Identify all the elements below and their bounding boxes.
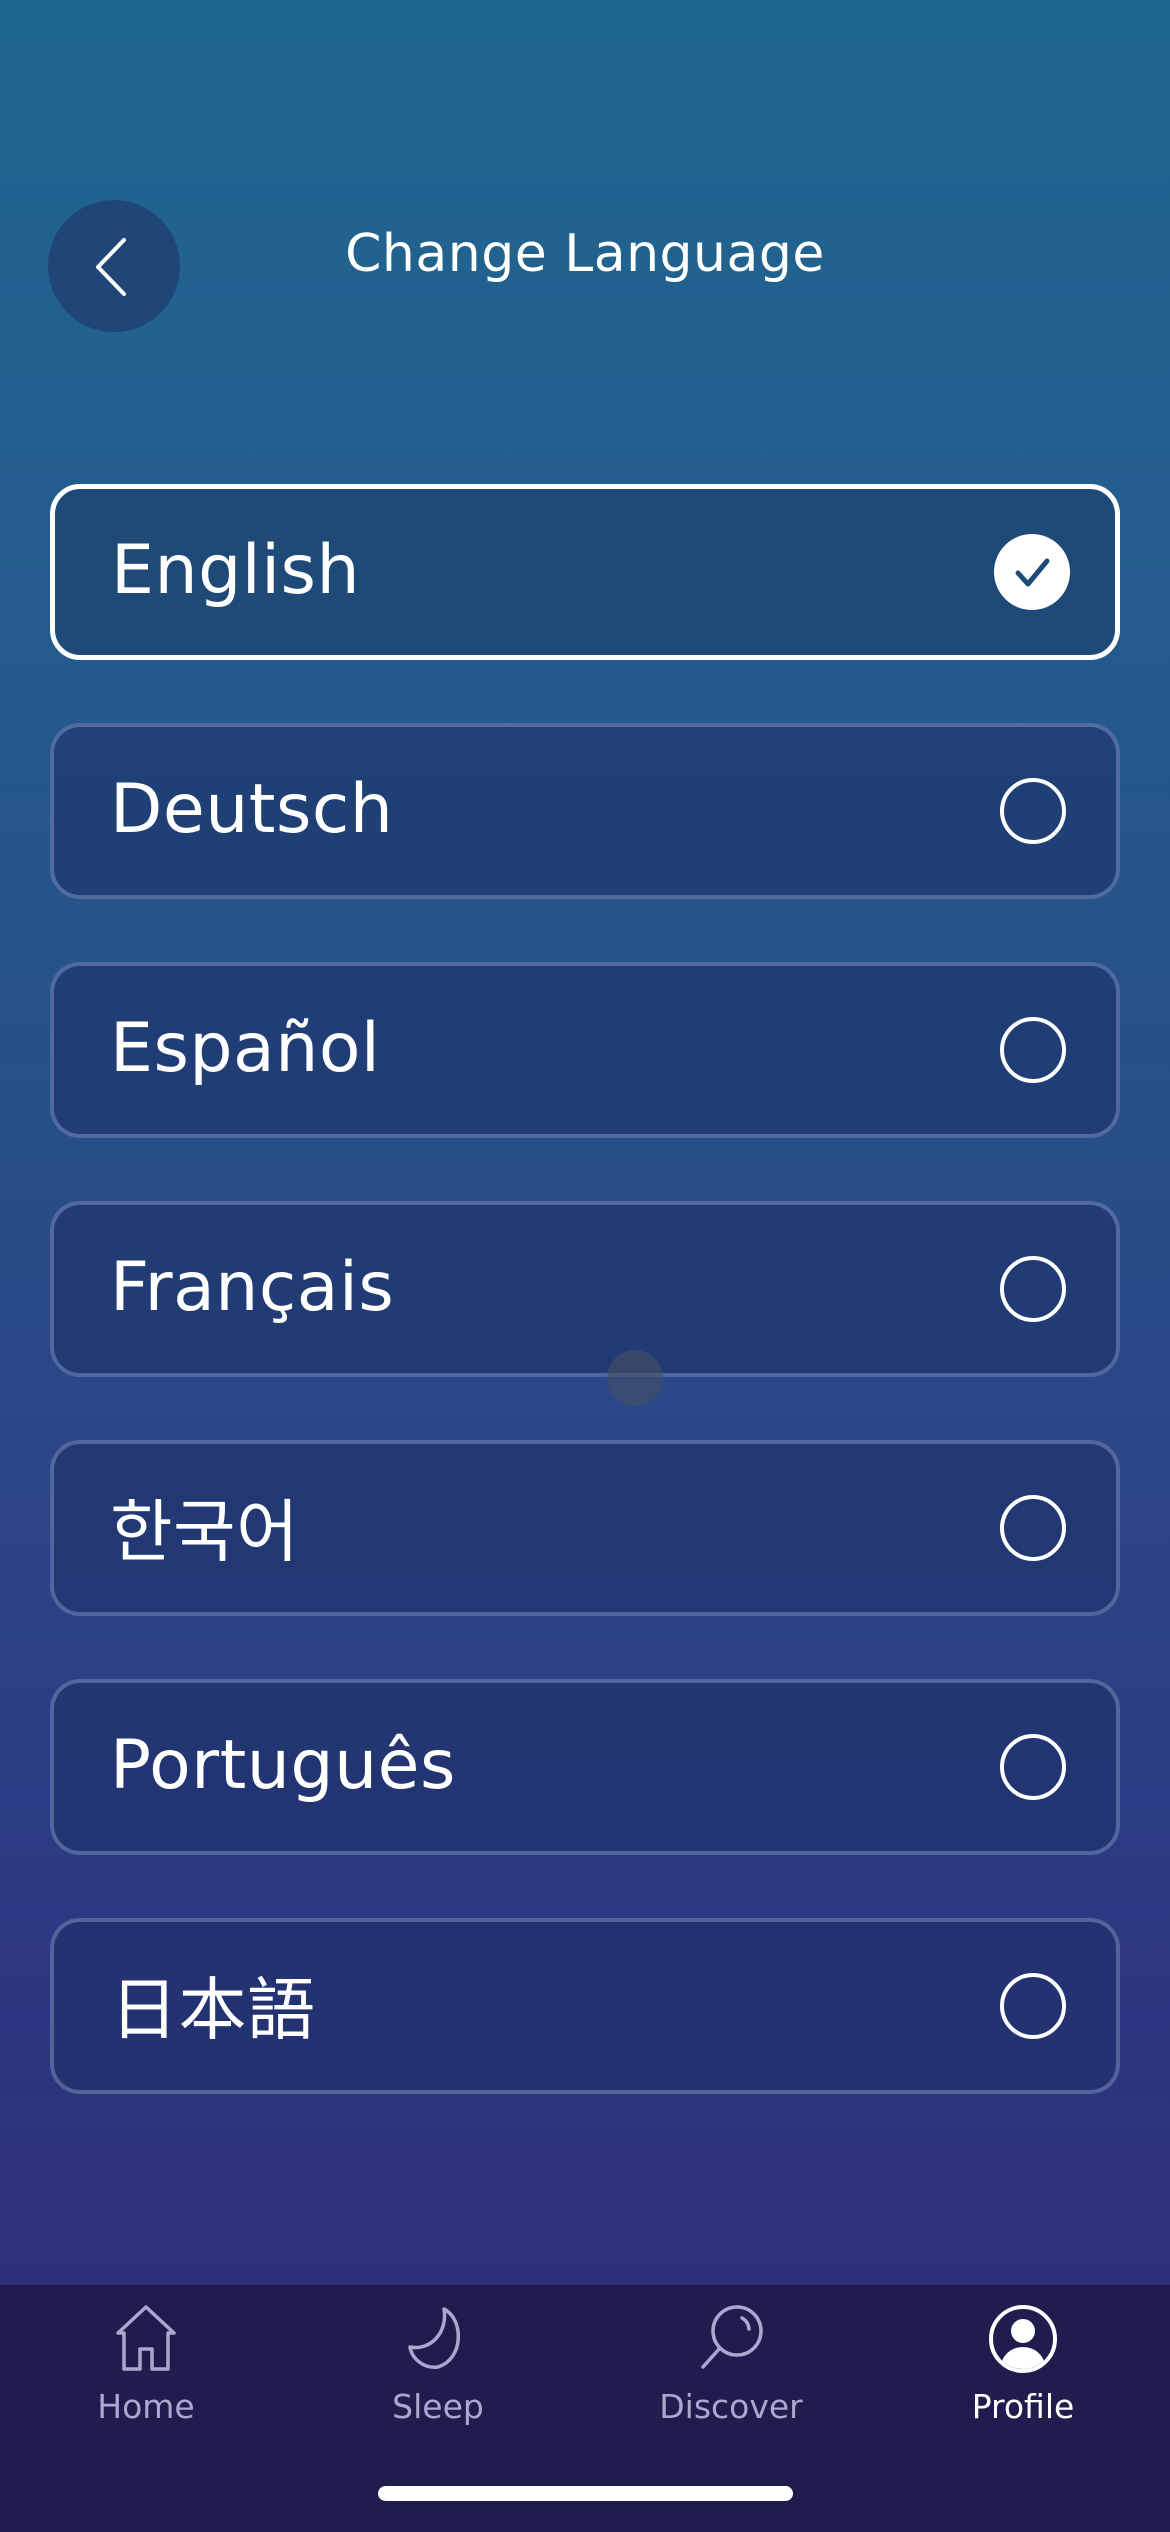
radio-unchecked [1000,778,1066,844]
tab-home[interactable]: Home [0,2285,292,2465]
language-label: Português [110,1725,456,1805]
tab-sleep[interactable]: Sleep [292,2285,584,2465]
tab-label: Profile [971,2387,1075,2426]
radio-unchecked [1000,1017,1066,1083]
profile-icon [989,2305,1057,2373]
checkmark-icon [1015,558,1050,587]
language-option-espanol[interactable]: Español [50,962,1120,1138]
home-indicator[interactable] [378,2486,793,2501]
language-option-francais[interactable]: Français [50,1201,1120,1377]
radio-unchecked [1000,1734,1066,1800]
language-label: Français [110,1247,395,1327]
radio-unchecked [1000,1973,1066,2039]
tab-profile[interactable]: Profile [877,2285,1169,2465]
language-label: 日本語 [110,1971,316,2051]
tab-label: Home [97,2387,195,2426]
tab-label: Sleep [392,2387,484,2426]
language-option-english[interactable]: English [50,484,1120,660]
language-list: English Deutsch Español Français 한국어 Por… [50,484,1120,2157]
language-option-deutsch[interactable]: Deutsch [50,723,1120,899]
language-option-portugues[interactable]: Português [50,1679,1120,1855]
radio-checked [994,534,1070,610]
language-label: English [111,530,361,610]
tab-discover[interactable]: Discover [585,2285,877,2465]
moon-icon [408,2307,460,2369]
radio-unchecked [1000,1495,1066,1561]
language-label: 한국어 [110,1493,300,1573]
language-option-japanese[interactable]: 日本語 [50,1918,1120,2094]
page-title: Change Language [345,224,825,284]
language-option-korean[interactable]: 한국어 [50,1440,1120,1616]
radio-unchecked [1000,1256,1066,1322]
home-icon [116,2305,176,2371]
touch-indicator [607,1350,663,1406]
tab-label: Discover [659,2387,803,2426]
language-label: Deutsch [110,769,394,849]
search-icon [701,2305,763,2369]
language-label: Español [110,1008,381,1088]
